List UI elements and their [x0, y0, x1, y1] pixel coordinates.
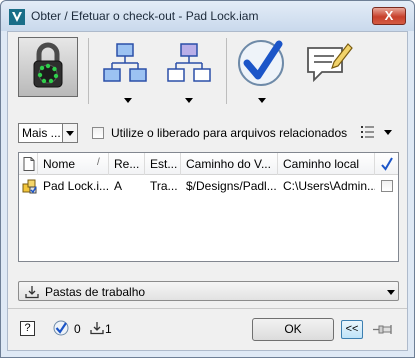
help-button[interactable]: ? [20, 321, 35, 336]
column-header-label: Caminho do V... [186, 157, 271, 171]
options-row: Mais ... Utilize o liberado para arquivo… [8, 120, 407, 146]
dialog-window: Obter / Efetuar o check-out - Pad Lock.i… [0, 0, 415, 358]
checkmark-icon [381, 157, 393, 171]
chevron-down-icon [387, 290, 395, 295]
collapse-button[interactable]: << [341, 320, 363, 339]
download-icon [25, 286, 39, 299]
table-row[interactable]: Pad Lock.i... A Tra... $/Designs/Padl...… [19, 176, 398, 196]
mais-dropdown-arrow[interactable] [62, 124, 77, 142]
toolbar-separator [226, 38, 227, 104]
cell-nome: Pad Lock.i... [43, 179, 110, 193]
comment-edit-icon [307, 43, 353, 83]
divider [8, 308, 407, 309]
column-header-nome[interactable]: Nome / [39, 153, 109, 175]
column-header-caminho-local[interactable]: Caminho local [279, 153, 375, 175]
mais-dropdown-label: Mais ... [22, 126, 61, 140]
cell-est: Tra... [150, 179, 178, 193]
pin-icon [373, 325, 392, 334]
folders-dropdown-label: Pastas de trabalho [45, 285, 146, 299]
checked-count: 0 [74, 322, 81, 336]
list-view-icon[interactable] [361, 125, 377, 139]
toolbar-separator [88, 38, 89, 104]
files-grid: Nome / Re... Est... Caminho do V... Cami… [18, 152, 399, 262]
download-count-icon [90, 322, 104, 335]
toolbar [8, 32, 407, 112]
column-header-label: Nome [43, 157, 76, 171]
column-header-label: Caminho local [283, 157, 360, 171]
lock-icon [33, 42, 63, 88]
workflow-alt-button[interactable] [162, 36, 216, 106]
checkmark-circle-icon [238, 40, 284, 86]
close-button[interactable]: X [372, 7, 406, 25]
column-header-re[interactable]: Re... [110, 153, 145, 175]
lock-button[interactable] [18, 37, 78, 97]
workflow-alt-dropdown-arrow-icon[interactable] [185, 98, 193, 103]
mais-dropdown[interactable]: Mais ... [18, 123, 78, 143]
workflow-button[interactable] [98, 36, 152, 106]
assembly-file-icon [22, 179, 37, 194]
file-icon [23, 157, 35, 171]
row-select-checkbox[interactable] [381, 180, 393, 192]
use-released-label: Utilize o liberado para arquivos relacio… [111, 126, 348, 140]
title-bar[interactable]: Obter / Efetuar o check-out - Pad Lock.i… [1, 1, 414, 31]
workflow-tree-icon [103, 43, 147, 82]
cell-re: A [114, 179, 123, 193]
window-title: Obter / Efetuar o check-out - Pad Lock.i… [31, 9, 259, 23]
ok-button[interactable]: OK [252, 318, 334, 341]
dialog-client-area: Mais ... Utilize o liberado para arquivo… [7, 31, 408, 351]
check-out-dropdown-arrow-icon[interactable] [258, 98, 266, 103]
workflow-dropdown-arrow-icon[interactable] [124, 98, 132, 103]
column-header-check[interactable] [376, 153, 398, 175]
use-released-checkbox[interactable] [92, 127, 104, 139]
folders-dropdown[interactable]: Pastas de trabalho [18, 281, 399, 301]
download-count: 1 [105, 322, 112, 336]
sort-icon: / [97, 157, 100, 168]
column-header-est[interactable]: Est... [146, 153, 181, 175]
chevron-down-icon [66, 131, 74, 136]
column-header-label: Est... [150, 157, 178, 171]
list-view-dropdown-arrow-icon[interactable] [384, 130, 392, 135]
workflow-tree-alt-icon [167, 43, 211, 82]
pin-button[interactable] [369, 320, 397, 339]
check-count-icon [53, 320, 69, 336]
column-header-caminho-vault[interactable]: Caminho do V... [182, 153, 278, 175]
column-icon-header[interactable] [19, 153, 38, 175]
column-header-label: Re... [114, 157, 140, 171]
comment-button[interactable] [302, 36, 356, 106]
cell-caminho-vault: $/Designs/Padl... [186, 179, 276, 193]
check-out-button[interactable] [234, 36, 288, 106]
vault-app-icon [9, 9, 25, 25]
grid-header: Nome / Re... Est... Caminho do V... Cami… [19, 153, 398, 175]
cell-caminho-local: C:\Users\Admin... [283, 179, 375, 193]
